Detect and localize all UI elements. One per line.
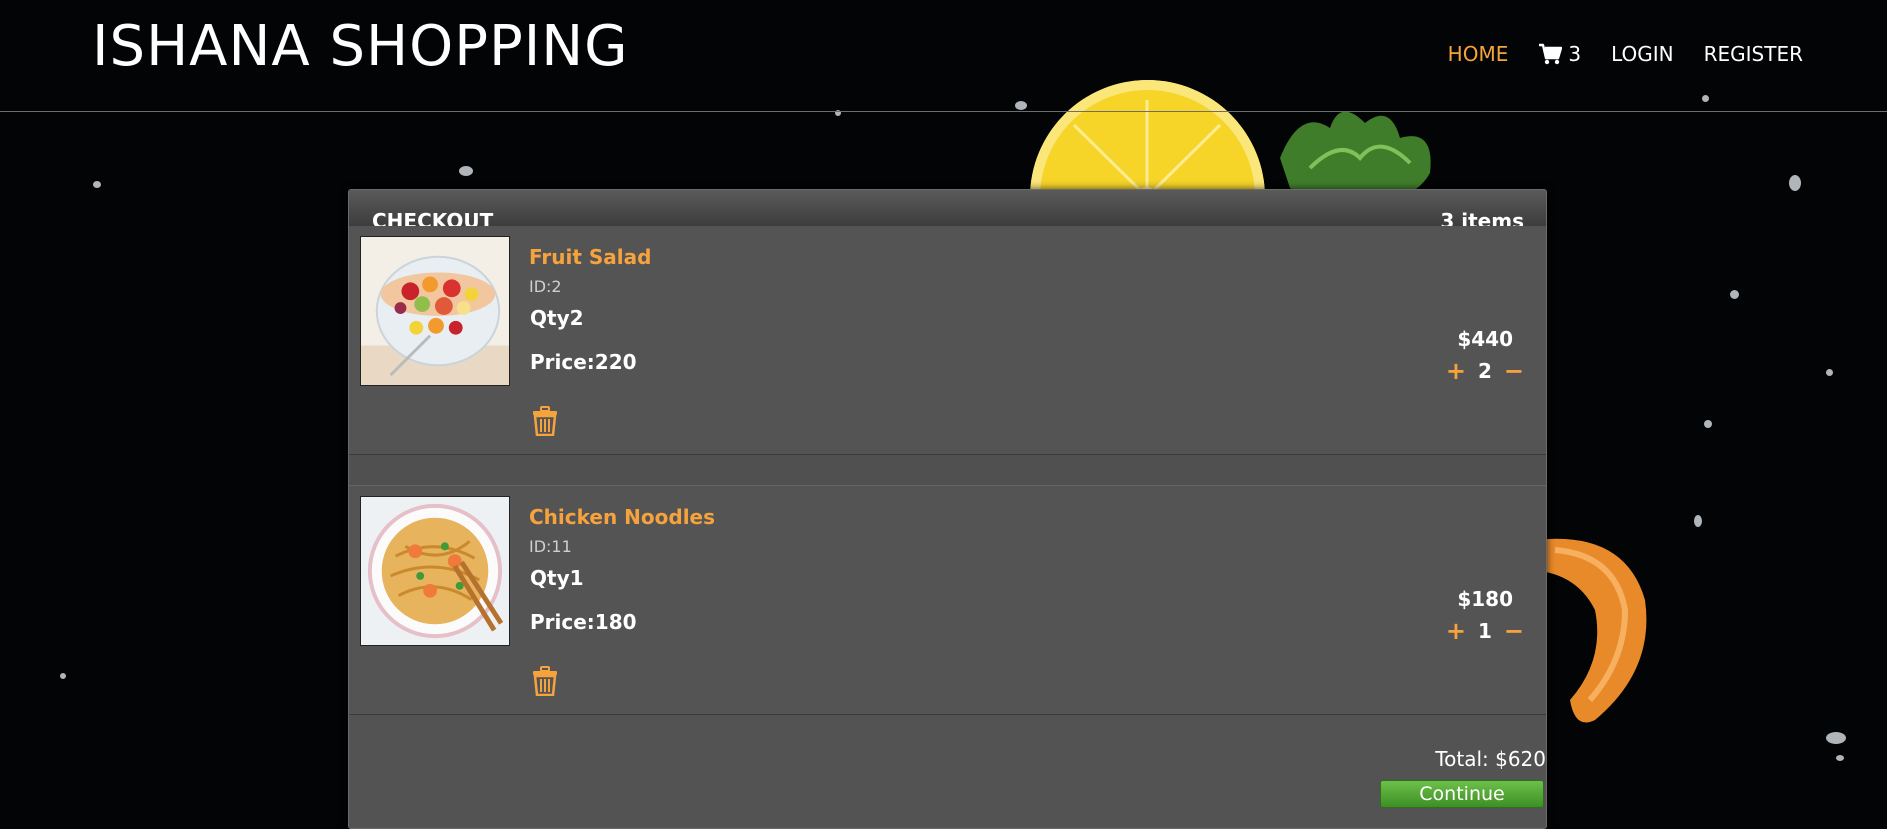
- item-id: ID:11: [529, 537, 572, 556]
- top-navbar: ISHANA SHOPPING HOME 3 LOGIN REGISTER: [0, 0, 1887, 112]
- item-separator: [349, 455, 1546, 485]
- nav-home[interactable]: HOME: [1448, 42, 1509, 66]
- chicken-noodles-image[interactable]: [360, 496, 510, 646]
- brand-logo[interactable]: ISHANA SHOPPING: [92, 14, 629, 79]
- cart-count: 3: [1568, 42, 1582, 66]
- item-price: Price:180: [530, 610, 637, 634]
- qty-value: 2: [1477, 359, 1492, 383]
- continue-button[interactable]: Continue: [1380, 780, 1544, 808]
- quantity-stepper: + 1 −: [1446, 617, 1524, 645]
- checkout-header: [349, 190, 1546, 227]
- shopping-cart-icon: [1539, 43, 1563, 65]
- checkout-panel: CHECKOUT 3 items Fruit Salad ID:2 Qty2 P…: [348, 189, 1547, 829]
- decrease-qty-button[interactable]: −: [1504, 357, 1524, 385]
- nav-register[interactable]: REGISTER: [1704, 42, 1803, 66]
- trash-icon[interactable]: [532, 666, 558, 696]
- order-total: Total: $620: [1435, 747, 1546, 771]
- increase-qty-button[interactable]: +: [1446, 357, 1466, 385]
- fruit-salad-image[interactable]: [360, 236, 510, 386]
- item-id: ID:2: [529, 277, 562, 296]
- increase-qty-button[interactable]: +: [1446, 617, 1466, 645]
- item-price: Price:220: [530, 350, 637, 374]
- main-nav: HOME 3 LOGIN REGISTER: [1418, 42, 1803, 66]
- item-subtotal: $180: [1457, 587, 1513, 611]
- item-name[interactable]: Chicken Noodles: [529, 505, 715, 529]
- trash-icon[interactable]: [532, 406, 558, 436]
- qty-value: 1: [1477, 619, 1492, 643]
- cart-item: Fruit Salad ID:2 Qty2 Price:220 $440 + 2…: [349, 226, 1546, 455]
- item-qty: Qty1: [530, 566, 584, 590]
- nav-cart[interactable]: 3: [1538, 42, 1581, 66]
- quantity-stepper: + 2 −: [1446, 357, 1524, 385]
- decrease-qty-button[interactable]: −: [1504, 617, 1524, 645]
- item-qty: Qty2: [530, 306, 584, 330]
- cart-item: Chicken Noodles ID:11 Qty1 Price:180 $18…: [349, 485, 1546, 715]
- item-name[interactable]: Fruit Salad: [529, 245, 651, 269]
- item-subtotal: $440: [1457, 327, 1513, 351]
- nav-login[interactable]: LOGIN: [1611, 42, 1674, 66]
